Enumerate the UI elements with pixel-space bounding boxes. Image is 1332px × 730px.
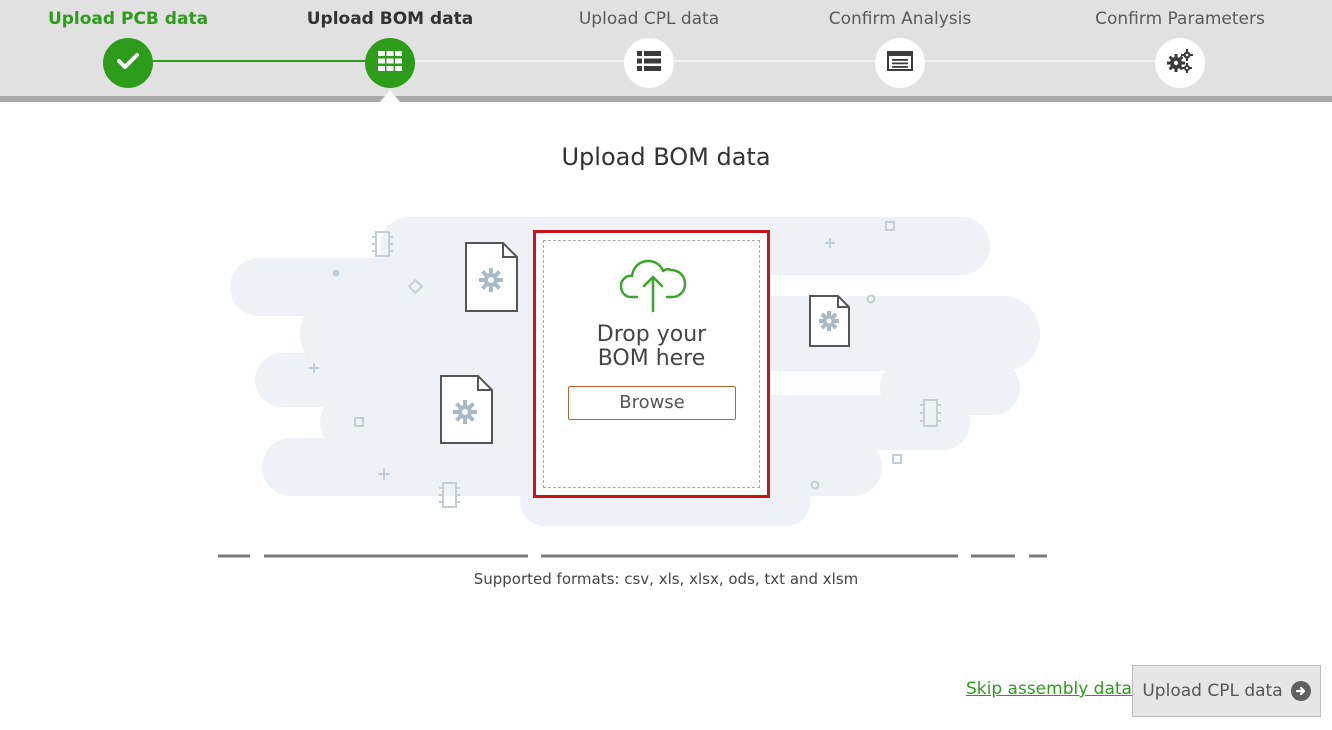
page: Upload PCB data Upload BOM data Upload C…: [0, 0, 1332, 730]
drop-zone-inner: Drop your BOM here Browse: [543, 240, 760, 488]
cloud-upload-icon: [619, 259, 687, 313]
next-button-label: Upload CPL data: [1142, 681, 1283, 701]
arrow-right-icon: [1290, 681, 1311, 701]
drop-text-line2: BOM here: [597, 346, 706, 371]
next-step-button[interactable]: Upload CPL data: [1132, 665, 1321, 717]
skip-assembly-link[interactable]: Skip assembly data: [966, 679, 1132, 699]
supported-formats: Supported formats: csv, xls, xlsx, ods, …: [473, 570, 859, 588]
drop-instructions: Drop your BOM here: [544, 323, 759, 371]
drop-text-line1: Drop your: [596, 322, 707, 347]
bom-drop-zone[interactable]: Drop your BOM here Browse: [533, 230, 770, 498]
browse-button[interactable]: Browse: [568, 386, 736, 420]
